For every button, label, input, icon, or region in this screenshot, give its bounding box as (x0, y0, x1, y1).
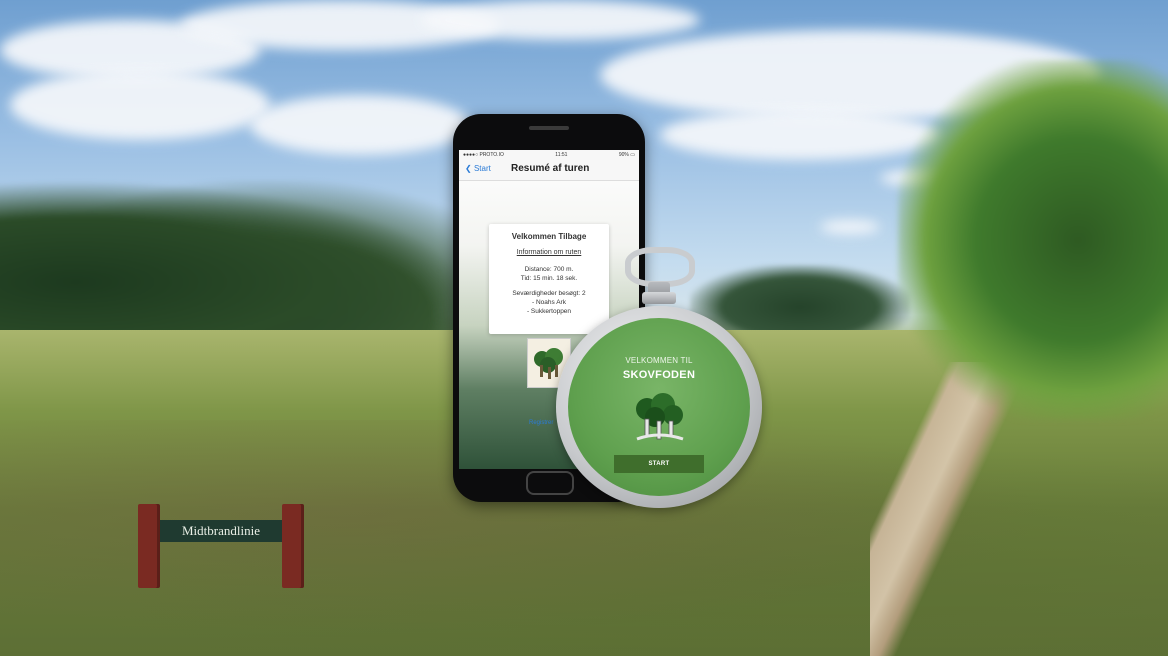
stopwatch-badge: VELKOMMEN TIL SKOVFODEN START (556, 306, 762, 508)
time-text: Tid: 15 min. 18 sek. (520, 275, 578, 282)
stopwatch-ring (625, 247, 695, 287)
status-battery: 90% ▭ (618, 152, 635, 158)
route-info-link[interactable]: Information om ruten (489, 249, 609, 256)
welcome-heading: Velkommen Tilbage (511, 232, 587, 241)
phone-speaker (529, 126, 569, 130)
chevron-left-icon: ❮ (465, 164, 472, 173)
back-button[interactable]: ❮ Start (465, 164, 491, 173)
stopwatch-face: VELKOMMEN TIL SKOVFODEN START (568, 318, 750, 496)
sight-item: - Sukkertoppen (526, 308, 572, 315)
page-title: Resumé af turen (511, 163, 590, 174)
status-bar: ●●●●○ PROTO.IO 11:51 90% ▭ (459, 150, 639, 160)
sight-item: - Noahs Ark (532, 299, 566, 306)
status-carrier: ●●●●○ PROTO.IO (463, 152, 504, 158)
bottom-link[interactable]: Registrer (529, 420, 553, 426)
distance-text: Distance: 700 m. (524, 266, 574, 273)
sights-label: Seværdigheder besøgt: 2 (512, 290, 586, 297)
sign-board-text: Midtbrandlinie (160, 520, 282, 542)
sign-post-left (138, 504, 160, 588)
summary-card: Velkommen Tilbage Information om ruten D… (489, 224, 609, 334)
nav-bar: ❮ Start Resumé af turen (459, 160, 639, 181)
welcome-label: VELKOMMEN TIL (625, 356, 693, 365)
stopwatch-crown-base (642, 292, 676, 304)
sign-post-right (282, 504, 304, 588)
start-button[interactable]: START (614, 455, 704, 473)
tree-logo-icon (629, 389, 689, 445)
trail-sign: Midtbrandlinie (138, 504, 304, 588)
app-title: SKOVFODEN (622, 369, 696, 381)
back-button-label: Start (473, 164, 491, 173)
status-time: 11:51 (555, 152, 568, 158)
home-button[interactable] (526, 471, 574, 495)
